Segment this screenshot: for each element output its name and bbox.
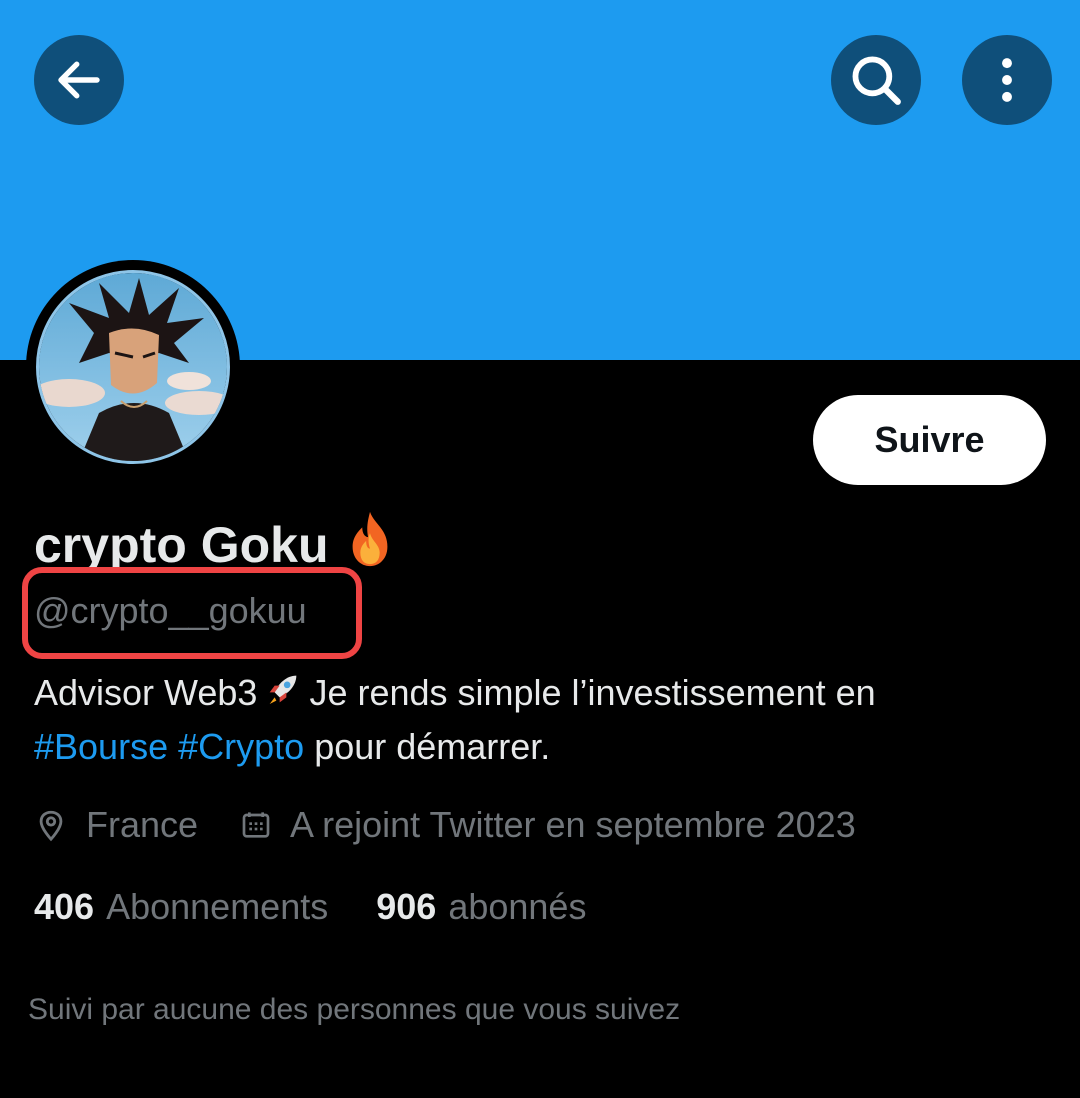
followers-label: abonnés [448, 886, 587, 927]
profile-stats: 406 Abonnements 906 abonnés [34, 882, 586, 932]
search-icon [852, 56, 901, 105]
bio-text-1: Advisor Web3 [34, 672, 258, 713]
joined-date-text: A rejoint Twitter en septembre 2023 [290, 804, 856, 845]
display-name-text: crypto Goku [34, 517, 329, 573]
profile-page: Suivre crypto Goku @crypto__gokuu Adviso… [0, 0, 1080, 1098]
back-button[interactable] [34, 35, 124, 125]
arrow-left-icon [58, 61, 100, 99]
following-link[interactable]: 406 Abonnements [34, 886, 328, 928]
follow-button-label: Suivre [874, 419, 985, 460]
joined-date-item: A rejoint Twitter en septembre 2023 [240, 804, 856, 846]
calendar-icon [242, 812, 270, 838]
hashtag-crypto-link[interactable]: #Crypto [178, 726, 304, 767]
more-vertical-icon [1002, 58, 1012, 102]
profile-handle: @crypto__gokuu [34, 590, 307, 631]
follow-button[interactable]: Suivre [813, 395, 1046, 485]
avatar-frame [26, 260, 240, 474]
avatar-image [39, 273, 227, 461]
more-options-button[interactable] [962, 35, 1052, 125]
followers-link[interactable]: 906 abonnés [376, 886, 586, 928]
location-pin-icon [39, 810, 63, 842]
bio-text-2: Je rends simple l’investissement en [309, 672, 876, 713]
bio-text-3: pour démarrer. [314, 725, 551, 767]
profile-meta: France A rejoint Twitter en septembre 20… [34, 800, 856, 850]
following-label: Abonnements [106, 886, 329, 927]
search-button[interactable] [831, 35, 921, 125]
profile-bio: Advisor Web3 Je rends simple l’investiss… [34, 668, 1034, 772]
avatar[interactable] [36, 270, 230, 464]
followers-count: 906 [376, 886, 437, 927]
location-item: France [34, 804, 198, 846]
following-count: 406 [34, 886, 95, 927]
rocket-emoji-icon [263, 669, 303, 722]
followed-by-text: Suivi par aucune des personnes que vous … [28, 993, 681, 1026]
location-text: France [86, 804, 199, 845]
hashtag-bourse-link[interactable]: #Bourse [34, 726, 168, 767]
